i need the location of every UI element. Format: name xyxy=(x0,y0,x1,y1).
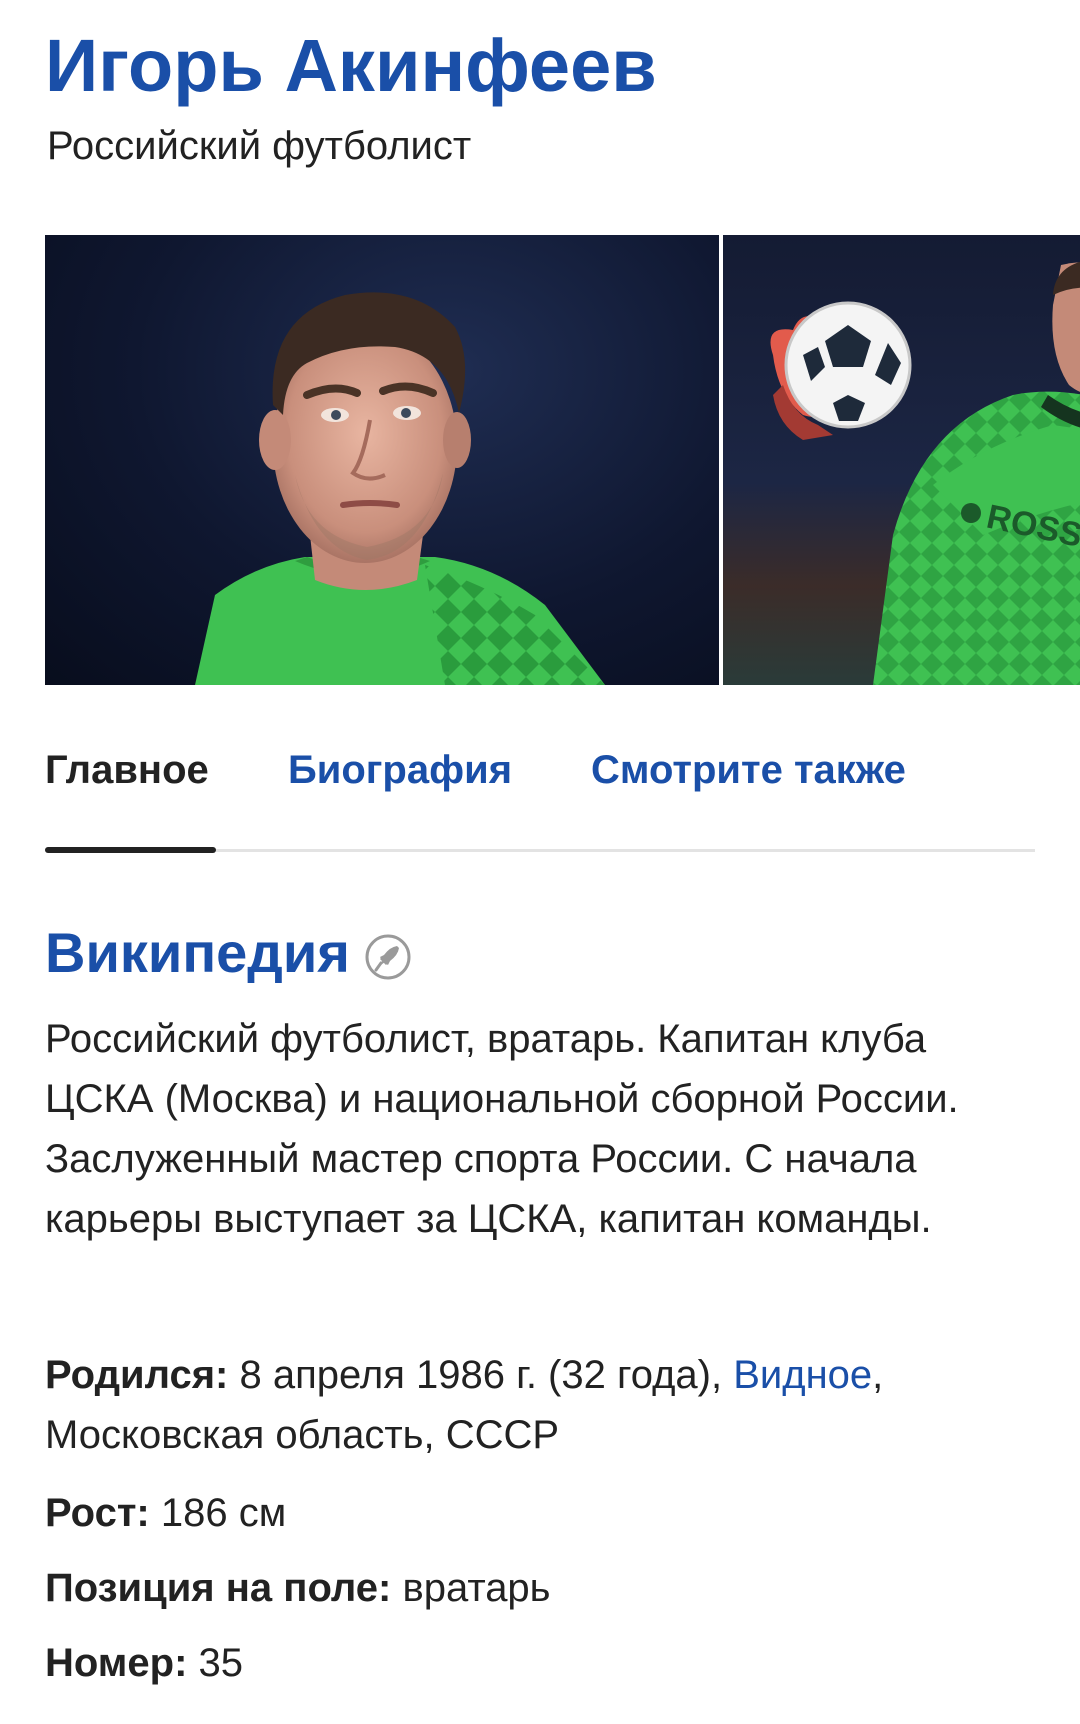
page-subtitle: Российский футболист xyxy=(47,124,472,168)
fact-position: Позиция на поле: вратарь xyxy=(45,1558,1045,1618)
fact-number: Номер: 35 xyxy=(45,1633,1045,1693)
tab-bar: Главное Биография Смотрите также xyxy=(45,725,1035,853)
portrait-illustration xyxy=(195,292,605,685)
active-tab-indicator xyxy=(45,847,216,853)
fact-born: Родился: 8 апреля 1986 г. (32 года), Вид… xyxy=(45,1345,1045,1465)
fact-number-label: Номер: xyxy=(45,1641,188,1685)
fact-born-label: Родился: xyxy=(45,1353,229,1397)
fact-height-value: 186 см xyxy=(160,1491,287,1535)
gallery-image-action[interactable]: ROSS xyxy=(723,235,1080,685)
fact-position-label: Позиция на поле: xyxy=(45,1566,392,1610)
fact-number-value: 35 xyxy=(198,1641,244,1685)
image-carousel[interactable]: ROSS xyxy=(45,235,1080,685)
fact-born-value: 8 апреля 1986 г. (32 года), xyxy=(239,1353,723,1397)
rocket-icon[interactable] xyxy=(364,933,412,981)
page-title: Игорь Акинфеев xyxy=(45,24,657,107)
tab-main[interactable]: Главное xyxy=(45,745,209,795)
fact-height-label: Рост: xyxy=(45,1491,150,1535)
fact-height: Рост: 186 см xyxy=(45,1483,1045,1543)
fact-position-value: вратарь xyxy=(402,1566,551,1610)
gallery-image-portrait[interactable] xyxy=(45,235,719,685)
action-illustration: ROSS xyxy=(770,261,1080,685)
birthplace-link[interactable]: Видное xyxy=(733,1353,872,1397)
wiki-summary: Российский футболист, вратарь. Капитан к… xyxy=(45,1017,959,1241)
wiki-heading: Википедия xyxy=(45,918,412,988)
wikipedia-link[interactable]: Википедия xyxy=(45,918,350,988)
tab-biography[interactable]: Биография xyxy=(288,745,512,795)
tab-see-also[interactable]: Смотрите также xyxy=(591,745,906,795)
